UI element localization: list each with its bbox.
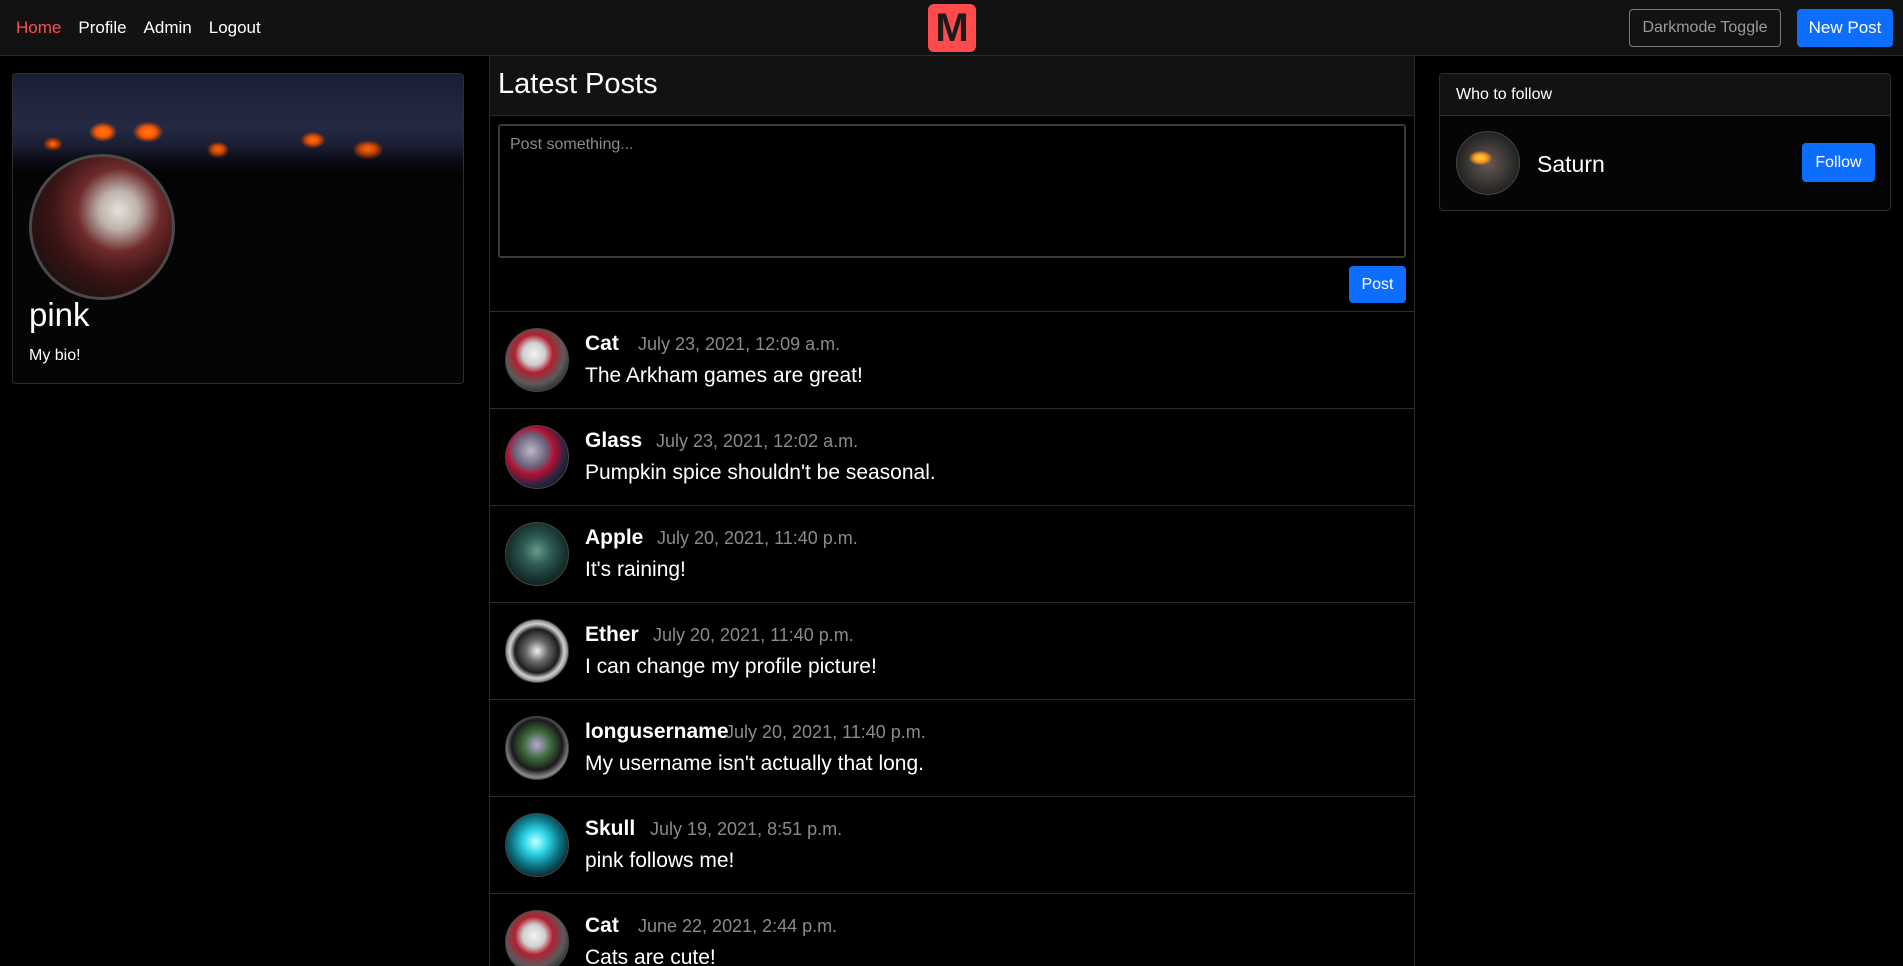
post-item: Cat June 22, 2021, 2:44 p.m. Cats are cu…: [490, 894, 1414, 966]
post-item: Skull July 19, 2021, 8:51 p.m. pink foll…: [490, 797, 1414, 894]
logo-letter: M: [935, 6, 969, 50]
new-post-button[interactable]: New Post: [1797, 9, 1893, 47]
feed-column: Latest Posts Post Cat July 23, 2021, 12:…: [489, 56, 1415, 966]
site-logo[interactable]: M: [928, 4, 976, 52]
post-author[interactable]: Cat: [585, 332, 619, 356]
post-item: Cat July 23, 2021, 12:09 a.m. The Arkham…: [490, 312, 1414, 409]
author-avatar[interactable]: [505, 328, 569, 392]
nav-link-profile[interactable]: Profile: [78, 18, 126, 38]
post-body: pink follows me!: [585, 849, 735, 872]
post-body: It's raining!: [585, 558, 686, 581]
post-author[interactable]: Ether: [585, 623, 639, 647]
profile-avatar[interactable]: [29, 154, 175, 300]
post-author[interactable]: Cat: [585, 914, 619, 938]
post-item: Apple July 20, 2021, 11:40 p.m. It's rai…: [490, 506, 1414, 603]
profile-name: pink: [29, 296, 90, 333]
nav-link-admin[interactable]: Admin: [144, 18, 192, 38]
post-timestamp: July 19, 2021, 8:51 p.m.: [650, 819, 843, 839]
follow-card-header: Who to follow: [1440, 74, 1890, 116]
author-avatar[interactable]: [505, 910, 569, 966]
nav-link-home[interactable]: Home: [16, 18, 61, 38]
post-item: longusername July 20, 2021, 11:40 p.m. M…: [490, 700, 1414, 797]
darkmode-toggle-button[interactable]: Darkmode Toggle: [1629, 9, 1781, 47]
post-author[interactable]: Skull: [585, 817, 635, 841]
post-body: The Arkham games are great!: [585, 364, 863, 387]
suggested-user-name[interactable]: Saturn: [1537, 151, 1605, 178]
top-navbar: Home Profile Admin Logout M Darkmode Tog…: [0, 0, 1903, 56]
author-avatar[interactable]: [505, 813, 569, 877]
follow-button[interactable]: Follow: [1802, 143, 1875, 182]
who-to-follow-card: Who to follow Saturn Follow: [1439, 73, 1891, 211]
author-avatar[interactable]: [505, 619, 569, 683]
post-body: Pumpkin spice shouldn't be seasonal.: [585, 461, 936, 484]
post-timestamp: July 20, 2021, 11:40 p.m.: [725, 722, 926, 742]
post-timestamp: June 22, 2021, 2:44 p.m.: [638, 916, 838, 936]
post-list: Cat July 23, 2021, 12:09 a.m. The Arkham…: [490, 312, 1414, 966]
post-timestamp: July 23, 2021, 12:09 a.m.: [638, 334, 841, 354]
post-author[interactable]: Apple: [585, 526, 643, 550]
author-avatar[interactable]: [505, 716, 569, 780]
post-item: Glass July 23, 2021, 12:02 a.m. Pumpkin …: [490, 409, 1414, 506]
submit-post-button[interactable]: Post: [1349, 266, 1406, 303]
profile-bio: My bio!: [29, 347, 81, 364]
feed-header: Latest Posts: [490, 56, 1414, 116]
post-timestamp: July 20, 2021, 11:40 p.m.: [653, 625, 854, 645]
nav-link-logout[interactable]: Logout: [209, 18, 261, 38]
post-body: Cats are cute!: [585, 946, 716, 966]
post-item: Ether July 20, 2021, 11:40 p.m. I can ch…: [490, 603, 1414, 700]
post-author[interactable]: Glass: [585, 429, 642, 453]
author-avatar[interactable]: [505, 522, 569, 586]
post-composer-input[interactable]: [498, 124, 1406, 258]
suggested-user-avatar[interactable]: [1456, 131, 1520, 195]
post-timestamp: July 23, 2021, 12:02 a.m.: [656, 431, 859, 451]
author-avatar[interactable]: [505, 425, 569, 489]
post-body: I can change my profile picture!: [585, 655, 877, 678]
nav-links: Home Profile Admin Logout: [16, 18, 261, 38]
post-timestamp: July 20, 2021, 11:40 p.m.: [657, 528, 858, 548]
follow-card-title: Who to follow: [1456, 86, 1553, 103]
post-author[interactable]: longusername: [585, 720, 729, 744]
feed-title: Latest Posts: [498, 68, 658, 100]
profile-card: pink My bio!: [12, 73, 464, 384]
post-body: My username isn't actually that long.: [585, 752, 925, 775]
